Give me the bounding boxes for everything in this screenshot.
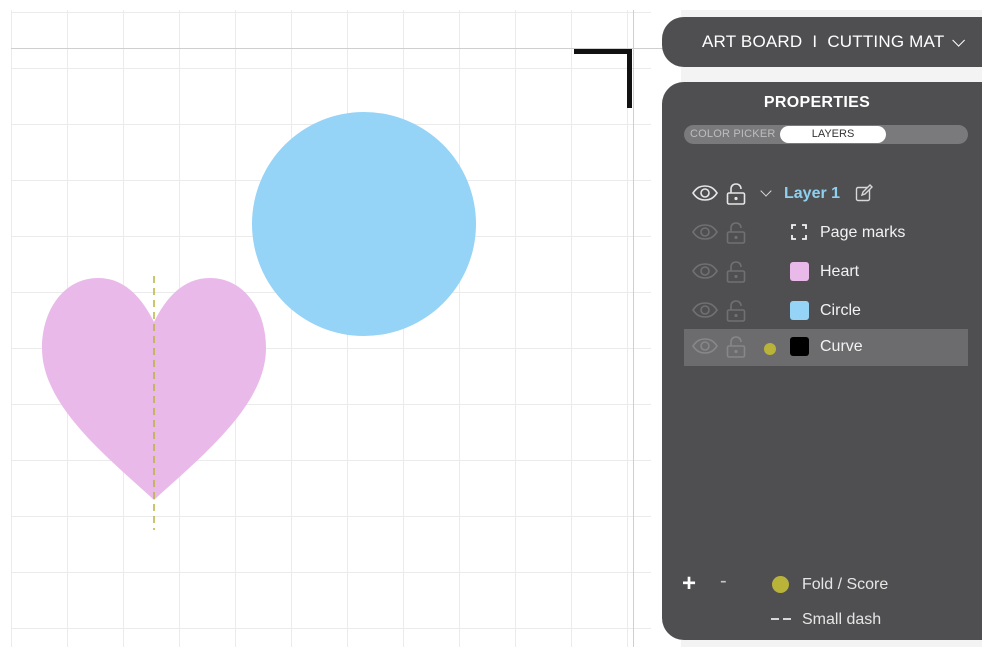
fold-score-legend-label: Fold / Score	[802, 576, 889, 593]
eye-icon[interactable]	[692, 185, 718, 201]
layer-group-name[interactable]: Layer 1	[784, 185, 840, 203]
fold-score-legend-dot	[772, 576, 789, 593]
eye-icon[interactable]	[692, 224, 718, 240]
header-separator: I	[812, 32, 818, 51]
layer-name: Curve	[820, 338, 863, 355]
tab-color-picker[interactable]: COLOR PICKER	[690, 128, 776, 140]
shapes-layer	[42, 112, 476, 530]
lock-icon[interactable]	[726, 336, 746, 358]
lock-icon[interactable]	[726, 183, 746, 205]
chevron-down-icon[interactable]	[760, 185, 772, 197]
layer-row-heart[interactable]: Heart	[684, 254, 968, 291]
circle-color-swatch	[790, 301, 809, 320]
layer-name: Heart	[820, 263, 860, 280]
cutting-mat-label: CUTTING MAT	[827, 32, 945, 51]
properties-panel: PROPERTIES COLOR PICKER LAYERS Layer 1 P…	[662, 82, 982, 640]
remove-layer-button[interactable]: -	[720, 570, 727, 593]
eye-icon[interactable]	[692, 263, 718, 279]
artboard-mat-dropdown[interactable]: ART BOARD I CUTTING MAT	[662, 17, 982, 67]
layer-row-circle[interactable]: Circle	[684, 293, 968, 330]
small-dash-legend-line	[771, 618, 791, 620]
lock-icon[interactable]	[726, 261, 746, 283]
curve-color-swatch	[790, 337, 809, 356]
page-marks-icon	[791, 224, 807, 240]
eye-icon[interactable]	[692, 302, 718, 318]
layer-name: Page marks	[820, 224, 906, 241]
tab-layers[interactable]: LAYERS	[780, 126, 886, 143]
chevron-down-icon	[952, 33, 966, 47]
eye-icon[interactable]	[692, 338, 718, 354]
artboard-label: ART BOARD	[702, 32, 803, 51]
layer-group-row[interactable]: Layer 1	[684, 176, 968, 213]
panel-tabs: COLOR PICKER LAYERS	[684, 125, 968, 144]
layer-name: Circle	[820, 302, 861, 319]
heart-color-swatch	[790, 262, 809, 281]
fold-score-marker	[764, 343, 776, 355]
panel-title: PROPERTIES	[763, 94, 871, 111]
circle-shape[interactable]	[252, 112, 476, 336]
add-layer-button[interactable]: +	[682, 570, 696, 598]
lock-icon[interactable]	[726, 222, 746, 244]
layer-row-curve[interactable]: Curve	[684, 329, 968, 366]
small-dash-legend-label: Small dash	[802, 611, 882, 628]
layer-row-page-marks[interactable]: Page marks	[684, 215, 968, 252]
lock-icon[interactable]	[726, 300, 746, 322]
edit-icon[interactable]	[855, 184, 873, 202]
